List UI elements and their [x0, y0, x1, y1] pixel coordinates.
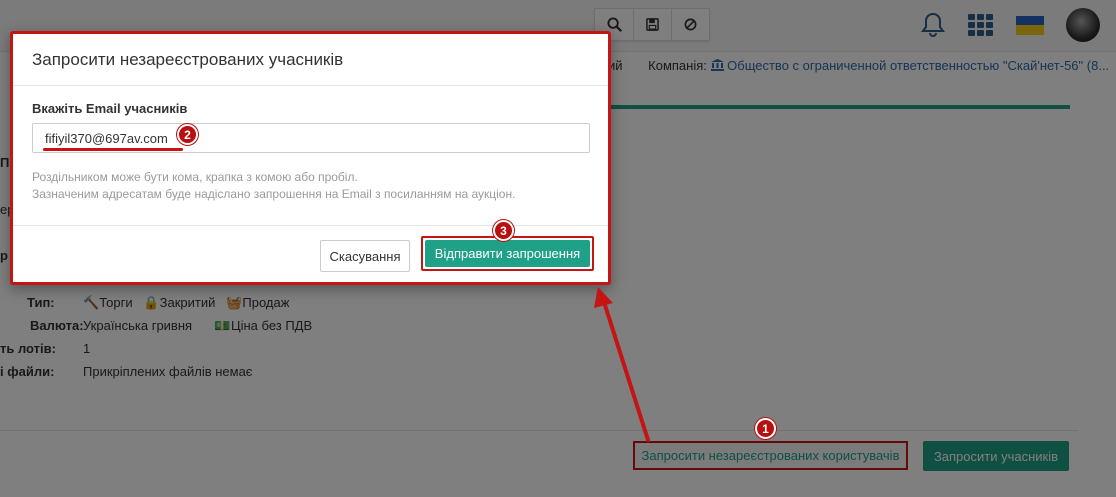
modal-body: Вкажіть Email учасників Роздільником мож…: [13, 86, 608, 226]
email-help-text: Роздільником може бути кома, крапка з ко…: [32, 169, 515, 203]
cancel-button[interactable]: Скасування: [320, 240, 410, 272]
step-badge-3: 3: [493, 220, 514, 241]
annotation-underline: [43, 148, 183, 151]
modal-footer: Скасування Відправити запрошення: [13, 226, 608, 282]
invite-unregistered-modal: Запросити незареєстрованих учасників Вка…: [10, 31, 611, 285]
help-line: Зазначеним адресатам буде надіслано запр…: [32, 187, 516, 201]
send-invitation-button[interactable]: Відправити запрошення: [425, 240, 590, 267]
send-highlight-frame: Відправити запрошення: [421, 236, 594, 271]
email-field-label: Вкажіть Email учасників: [32, 101, 188, 116]
modal-title: Запросити незареєстрованих учасників: [13, 34, 608, 86]
step-badge-1: 1: [755, 418, 776, 439]
step-badge-2: 2: [177, 124, 198, 145]
help-line: Роздільником може бути кома, крапка з ко…: [32, 170, 358, 184]
